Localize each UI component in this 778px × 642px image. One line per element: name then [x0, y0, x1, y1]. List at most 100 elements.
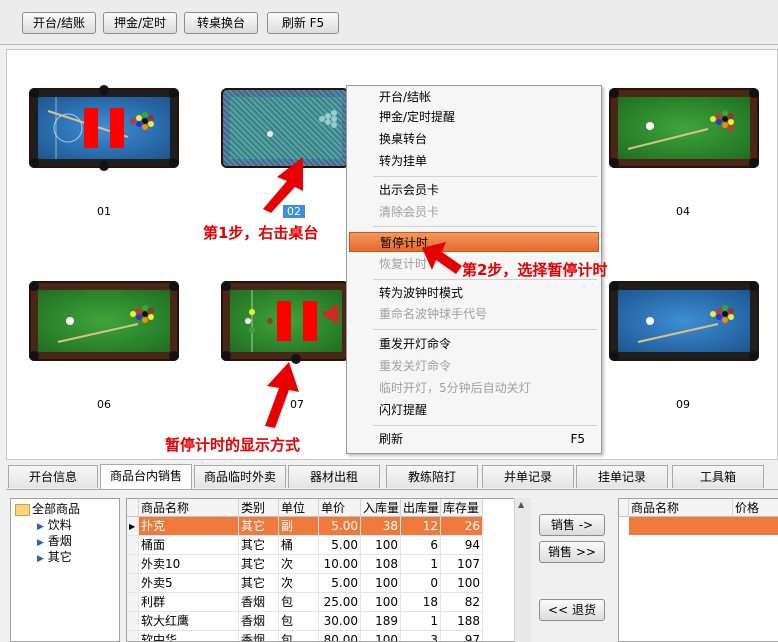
menu-item-label: 闪灯提醒	[379, 403, 428, 417]
table-cell: 25.00	[319, 593, 361, 612]
menu-item-convert-pending[interactable]: 转为挂单	[347, 151, 601, 171]
tab-toolbox[interactable]: 工具箱	[672, 465, 764, 488]
table-cell: 107	[441, 555, 483, 574]
tab-table-info[interactable]: 开台信息	[8, 465, 98, 488]
table-01[interactable]	[29, 85, 179, 171]
tree-node-drinks[interactable]: ▶ 饮料	[37, 517, 72, 533]
swap-table-button[interactable]: 转桌换台	[184, 12, 258, 34]
table-06[interactable]	[29, 281, 179, 361]
deposit-timer-button[interactable]: 押金/定时	[103, 12, 177, 34]
table-cell: 100	[441, 574, 483, 593]
tab-merge-records[interactable]: 并单记录	[482, 465, 574, 488]
table-row[interactable]: 外卖5 其它次 5.00 100 0 100	[127, 574, 523, 593]
tab-equipment-rental[interactable]: 器材出租	[288, 465, 380, 488]
row-indicator	[127, 574, 139, 593]
bottom-tabs: 开台信息 商品台内销售 商品临时外卖 器材出租 教练陪打 并单记录 挂单记录 工…	[6, 464, 778, 489]
menu-item-rename-player-code[interactable]: 重命名波钟球手代号	[347, 304, 601, 324]
table-09[interactable]	[609, 281, 759, 361]
table-04[interactable]	[609, 88, 759, 168]
menu-item-resend-light-off[interactable]: 重发关灯命令	[347, 356, 601, 376]
grid-header[interactable]: 入库量	[361, 499, 401, 517]
grid-header[interactable]: 商品名称	[629, 499, 733, 517]
table-cell: 0	[401, 574, 441, 593]
toolbar: 开台/结账 押金/定时 转桌换台 刷新 F5	[0, 0, 778, 45]
pocket	[29, 88, 39, 98]
table-07[interactable]	[221, 281, 349, 364]
menu-item-refresh[interactable]: 刷新 F5	[347, 429, 601, 449]
table-row[interactable]: 桶面 其它桶 5.00 100 6 94	[127, 536, 523, 555]
sold-items-selected-row[interactable]	[629, 517, 778, 535]
menu-item-label: 换桌转台	[379, 132, 428, 146]
category-tree: 全部商品 ▶ 饮料 ▶ 香烟 ▶ 其它	[10, 498, 120, 642]
table-row[interactable]: 软大红鹰 香烟包 30.00 189 1 188	[127, 612, 523, 631]
pocket	[221, 351, 231, 361]
tree-root[interactable]: 全部商品	[15, 501, 80, 517]
tree-item-icon: ▶	[37, 522, 44, 532]
table-cell: 30.00	[319, 612, 361, 631]
row-indicator	[127, 593, 139, 612]
table-cell: 其它	[239, 574, 279, 593]
grid-scrollbar[interactable]: ▲	[514, 498, 531, 642]
sell-one-button[interactable]: 销售 ->	[539, 514, 605, 536]
tree-root-label: 全部商品	[32, 502, 81, 516]
table-cell: 次	[279, 574, 319, 593]
table-row[interactable]: 利群 香烟包 25.00 100 18 82	[127, 593, 523, 612]
annotation-arrow-icon	[265, 362, 299, 428]
table-row[interactable]: ▶ 扑克 其它副 5.00 38 12 26	[127, 517, 523, 536]
table-row[interactable]: 外卖10 其它次 10.00 108 1 107	[127, 555, 523, 574]
table-cell: 香烟	[239, 612, 279, 631]
table-cell: 扑克	[139, 517, 239, 536]
pocket	[29, 158, 39, 168]
grid-header[interactable]: 单位	[279, 499, 319, 517]
menu-item-temp-light-on[interactable]: 临时开灯，5分钟后自动关灯	[347, 378, 601, 398]
table-cell: 1	[401, 612, 441, 631]
row-indicator	[127, 536, 139, 555]
tree-node-cigarettes[interactable]: ▶ 香烟	[37, 533, 72, 549]
grid-header[interactable]: 类别	[239, 499, 279, 517]
refresh-button[interactable]: 刷新 F5	[267, 12, 339, 34]
table-cell: 次	[279, 555, 319, 574]
grid-header[interactable]: 出库量	[401, 499, 441, 517]
tab-in-table-sales[interactable]: 商品台内销售	[100, 464, 192, 489]
row-pointer-icon: ▶	[127, 517, 139, 536]
sell-all-button[interactable]: 销售 >>	[539, 541, 605, 563]
menu-item-clear-member-card[interactable]: 清除会员卡	[347, 202, 601, 222]
table-cell: 5.00	[319, 517, 361, 536]
grid-header[interactable]: 单价	[319, 499, 361, 517]
tree-item-icon: ▶	[37, 538, 44, 548]
menu-item-wave-clock-mode[interactable]: 转为波钟时模式	[347, 283, 601, 303]
menu-item-flash-light[interactable]: 闪灯提醒	[347, 400, 601, 420]
grid-header[interactable]: 库存量	[441, 499, 483, 517]
pocket	[99, 161, 109, 171]
step1-annotation: 第1步，右击桌台	[203, 224, 319, 242]
open-close-button[interactable]: 开台/结账	[22, 12, 96, 34]
tree-node-other[interactable]: ▶ 其它	[37, 549, 72, 565]
tab-coach[interactable]: 教练陪打	[386, 465, 478, 488]
pocket	[609, 351, 619, 361]
menu-item-open-close[interactable]: 开台/结帐	[347, 87, 601, 107]
menu-item-show-member-card[interactable]: 出示会员卡	[347, 180, 601, 200]
table-row[interactable]: 软中华 香烟包 80.00 100 3 97	[127, 631, 523, 641]
row-indicator	[127, 612, 139, 631]
grid-header[interactable]: 价格	[733, 499, 778, 517]
menu-item-deposit-reminder[interactable]: 押金/定时提醒	[347, 107, 601, 127]
grid-header[interactable]: 商品名称	[139, 499, 239, 517]
menu-separator	[373, 425, 597, 426]
pause-indicator	[303, 301, 317, 341]
return-button[interactable]: << 退货	[539, 599, 605, 621]
menu-item-resend-light-on[interactable]: 重发开灯命令	[347, 334, 601, 354]
menu-item-shortcut: F5	[570, 432, 585, 446]
table-cell: 188	[441, 612, 483, 631]
tab-takeaway-sales[interactable]: 商品临时外卖	[194, 465, 286, 488]
tab-pending-records[interactable]: 挂单记录	[576, 465, 668, 488]
table-cell: 26	[441, 517, 483, 536]
table-felt	[38, 290, 170, 352]
grid-indicator-header	[619, 499, 629, 517]
menu-item-label: 重发开灯命令	[379, 337, 452, 351]
menu-item-pause-timer[interactable]: 暂停计时	[349, 232, 599, 252]
scroll-up-icon[interactable]: ▲	[518, 500, 524, 509]
menu-item-swap-table[interactable]: 换桌转台	[347, 129, 601, 149]
table-cell: 100	[361, 631, 401, 641]
folder-icon	[15, 503, 30, 516]
table-felt	[38, 97, 170, 159]
